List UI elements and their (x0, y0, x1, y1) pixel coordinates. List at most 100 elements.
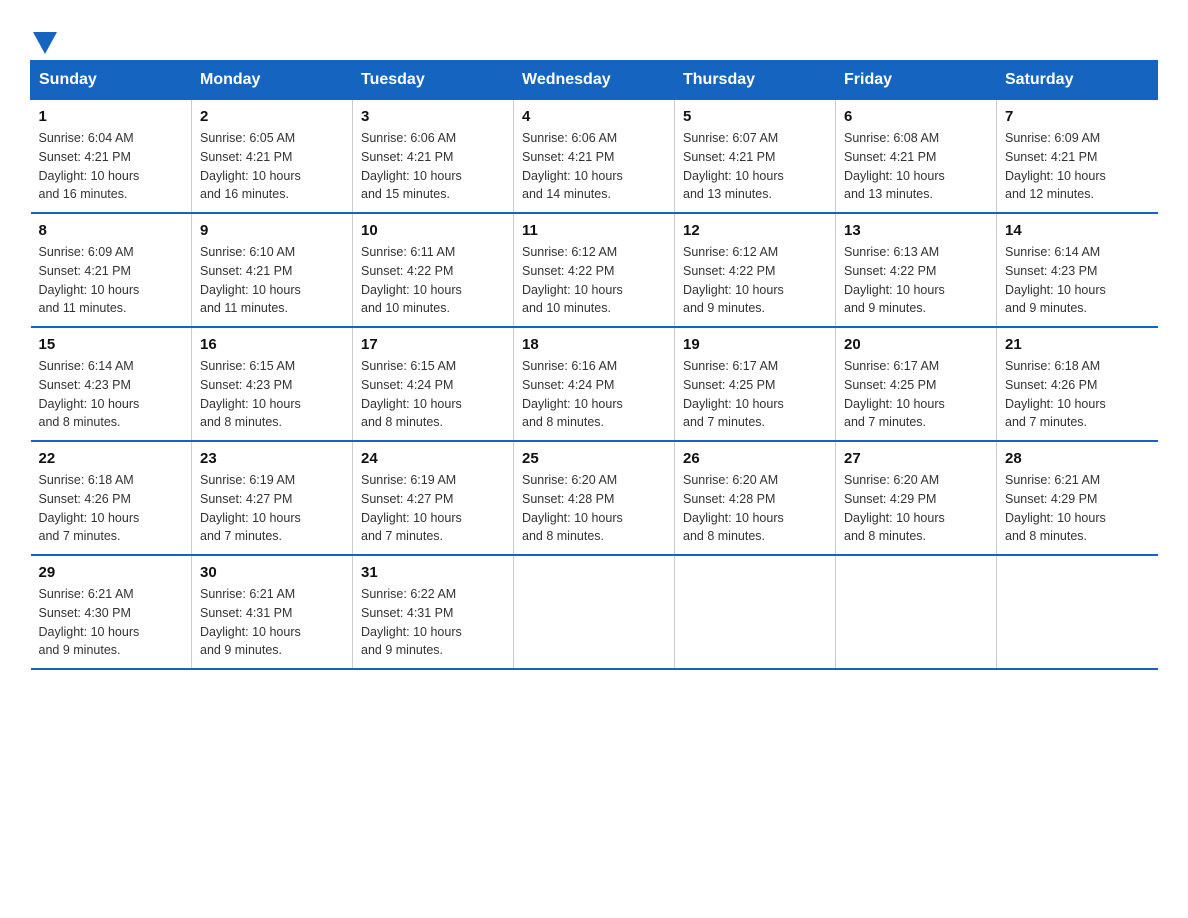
day-cell: 11 Sunrise: 6:12 AMSunset: 4:22 PMDaylig… (514, 213, 675, 327)
day-number: 4 (522, 108, 666, 125)
day-info: Sunrise: 6:18 AMSunset: 4:26 PMDaylight:… (39, 473, 140, 543)
day-cell: 17 Sunrise: 6:15 AMSunset: 4:24 PMDaylig… (353, 327, 514, 441)
day-cell: 29 Sunrise: 6:21 AMSunset: 4:30 PMDaylig… (31, 555, 192, 669)
day-info: Sunrise: 6:15 AMSunset: 4:23 PMDaylight:… (200, 359, 301, 429)
day-number: 20 (844, 336, 988, 353)
day-number: 19 (683, 336, 827, 353)
day-number: 13 (844, 222, 988, 239)
day-cell: 5 Sunrise: 6:07 AMSunset: 4:21 PMDayligh… (675, 100, 836, 214)
day-number: 11 (522, 222, 666, 239)
day-cell: 18 Sunrise: 6:16 AMSunset: 4:24 PMDaylig… (514, 327, 675, 441)
day-number: 21 (1005, 336, 1150, 353)
week-row-1: 1 Sunrise: 6:04 AMSunset: 4:21 PMDayligh… (31, 100, 1158, 214)
day-info: Sunrise: 6:20 AMSunset: 4:29 PMDaylight:… (844, 473, 945, 543)
day-cell: 13 Sunrise: 6:13 AMSunset: 4:22 PMDaylig… (836, 213, 997, 327)
day-cell: 28 Sunrise: 6:21 AMSunset: 4:29 PMDaylig… (997, 441, 1158, 555)
day-cell: 30 Sunrise: 6:21 AMSunset: 4:31 PMDaylig… (192, 555, 353, 669)
col-header-wednesday: Wednesday (514, 61, 675, 100)
day-cell: 16 Sunrise: 6:15 AMSunset: 4:23 PMDaylig… (192, 327, 353, 441)
day-cell: 25 Sunrise: 6:20 AMSunset: 4:28 PMDaylig… (514, 441, 675, 555)
day-info: Sunrise: 6:16 AMSunset: 4:24 PMDaylight:… (522, 359, 623, 429)
day-number: 9 (200, 222, 344, 239)
day-number: 10 (361, 222, 505, 239)
day-number: 24 (361, 450, 505, 467)
day-cell: 9 Sunrise: 6:10 AMSunset: 4:21 PMDayligh… (192, 213, 353, 327)
day-info: Sunrise: 6:12 AMSunset: 4:22 PMDaylight:… (522, 245, 623, 315)
day-info: Sunrise: 6:19 AMSunset: 4:27 PMDaylight:… (200, 473, 301, 543)
day-number: 17 (361, 336, 505, 353)
day-cell: 7 Sunrise: 6:09 AMSunset: 4:21 PMDayligh… (997, 100, 1158, 214)
col-header-sunday: Sunday (31, 61, 192, 100)
day-info: Sunrise: 6:17 AMSunset: 4:25 PMDaylight:… (683, 359, 784, 429)
day-info: Sunrise: 6:06 AMSunset: 4:21 PMDaylight:… (522, 131, 623, 201)
day-number: 31 (361, 564, 505, 581)
day-info: Sunrise: 6:15 AMSunset: 4:24 PMDaylight:… (361, 359, 462, 429)
day-number: 25 (522, 450, 666, 467)
day-cell: 6 Sunrise: 6:08 AMSunset: 4:21 PMDayligh… (836, 100, 997, 214)
day-cell: 20 Sunrise: 6:17 AMSunset: 4:25 PMDaylig… (836, 327, 997, 441)
day-info: Sunrise: 6:21 AMSunset: 4:30 PMDaylight:… (39, 587, 140, 657)
day-number: 8 (39, 222, 184, 239)
week-row-4: 22 Sunrise: 6:18 AMSunset: 4:26 PMDaylig… (31, 441, 1158, 555)
day-cell (514, 555, 675, 669)
page-header (30, 20, 1158, 50)
day-info: Sunrise: 6:14 AMSunset: 4:23 PMDaylight:… (39, 359, 140, 429)
day-info: Sunrise: 6:17 AMSunset: 4:25 PMDaylight:… (844, 359, 945, 429)
day-number: 26 (683, 450, 827, 467)
col-header-monday: Monday (192, 61, 353, 100)
col-header-thursday: Thursday (675, 61, 836, 100)
day-number: 1 (39, 108, 184, 125)
day-info: Sunrise: 6:13 AMSunset: 4:22 PMDaylight:… (844, 245, 945, 315)
day-number: 23 (200, 450, 344, 467)
day-number: 7 (1005, 108, 1150, 125)
calendar-table: SundayMondayTuesdayWednesdayThursdayFrid… (30, 60, 1158, 670)
day-number: 29 (39, 564, 184, 581)
day-info: Sunrise: 6:09 AMSunset: 4:21 PMDaylight:… (1005, 131, 1106, 201)
week-row-3: 15 Sunrise: 6:14 AMSunset: 4:23 PMDaylig… (31, 327, 1158, 441)
day-info: Sunrise: 6:11 AMSunset: 4:22 PMDaylight:… (361, 245, 462, 315)
col-header-friday: Friday (836, 61, 997, 100)
day-info: Sunrise: 6:04 AMSunset: 4:21 PMDaylight:… (39, 131, 140, 201)
day-number: 3 (361, 108, 505, 125)
day-cell: 8 Sunrise: 6:09 AMSunset: 4:21 PMDayligh… (31, 213, 192, 327)
day-cell: 21 Sunrise: 6:18 AMSunset: 4:26 PMDaylig… (997, 327, 1158, 441)
day-number: 18 (522, 336, 666, 353)
col-header-tuesday: Tuesday (353, 61, 514, 100)
day-number: 6 (844, 108, 988, 125)
day-cell: 23 Sunrise: 6:19 AMSunset: 4:27 PMDaylig… (192, 441, 353, 555)
day-info: Sunrise: 6:08 AMSunset: 4:21 PMDaylight:… (844, 131, 945, 201)
col-header-saturday: Saturday (997, 61, 1158, 100)
day-info: Sunrise: 6:12 AMSunset: 4:22 PMDaylight:… (683, 245, 784, 315)
day-cell: 4 Sunrise: 6:06 AMSunset: 4:21 PMDayligh… (514, 100, 675, 214)
logo (30, 28, 57, 50)
day-cell: 12 Sunrise: 6:12 AMSunset: 4:22 PMDaylig… (675, 213, 836, 327)
day-info: Sunrise: 6:21 AMSunset: 4:29 PMDaylight:… (1005, 473, 1106, 543)
day-cell: 15 Sunrise: 6:14 AMSunset: 4:23 PMDaylig… (31, 327, 192, 441)
day-number: 2 (200, 108, 344, 125)
day-cell: 3 Sunrise: 6:06 AMSunset: 4:21 PMDayligh… (353, 100, 514, 214)
logo-triangle-icon (33, 32, 57, 54)
day-info: Sunrise: 6:22 AMSunset: 4:31 PMDaylight:… (361, 587, 462, 657)
day-info: Sunrise: 6:18 AMSunset: 4:26 PMDaylight:… (1005, 359, 1106, 429)
week-row-5: 29 Sunrise: 6:21 AMSunset: 4:30 PMDaylig… (31, 555, 1158, 669)
day-info: Sunrise: 6:10 AMSunset: 4:21 PMDaylight:… (200, 245, 301, 315)
day-cell: 1 Sunrise: 6:04 AMSunset: 4:21 PMDayligh… (31, 100, 192, 214)
day-cell: 2 Sunrise: 6:05 AMSunset: 4:21 PMDayligh… (192, 100, 353, 214)
day-number: 28 (1005, 450, 1150, 467)
day-cell: 26 Sunrise: 6:20 AMSunset: 4:28 PMDaylig… (675, 441, 836, 555)
day-cell: 31 Sunrise: 6:22 AMSunset: 4:31 PMDaylig… (353, 555, 514, 669)
day-number: 22 (39, 450, 184, 467)
day-info: Sunrise: 6:07 AMSunset: 4:21 PMDaylight:… (683, 131, 784, 201)
day-cell (675, 555, 836, 669)
day-cell: 10 Sunrise: 6:11 AMSunset: 4:22 PMDaylig… (353, 213, 514, 327)
day-info: Sunrise: 6:09 AMSunset: 4:21 PMDaylight:… (39, 245, 140, 315)
day-cell: 27 Sunrise: 6:20 AMSunset: 4:29 PMDaylig… (836, 441, 997, 555)
day-cell: 14 Sunrise: 6:14 AMSunset: 4:23 PMDaylig… (997, 213, 1158, 327)
day-cell (997, 555, 1158, 669)
day-number: 5 (683, 108, 827, 125)
day-number: 15 (39, 336, 184, 353)
day-cell (836, 555, 997, 669)
week-row-2: 8 Sunrise: 6:09 AMSunset: 4:21 PMDayligh… (31, 213, 1158, 327)
day-cell: 22 Sunrise: 6:18 AMSunset: 4:26 PMDaylig… (31, 441, 192, 555)
day-info: Sunrise: 6:21 AMSunset: 4:31 PMDaylight:… (200, 587, 301, 657)
